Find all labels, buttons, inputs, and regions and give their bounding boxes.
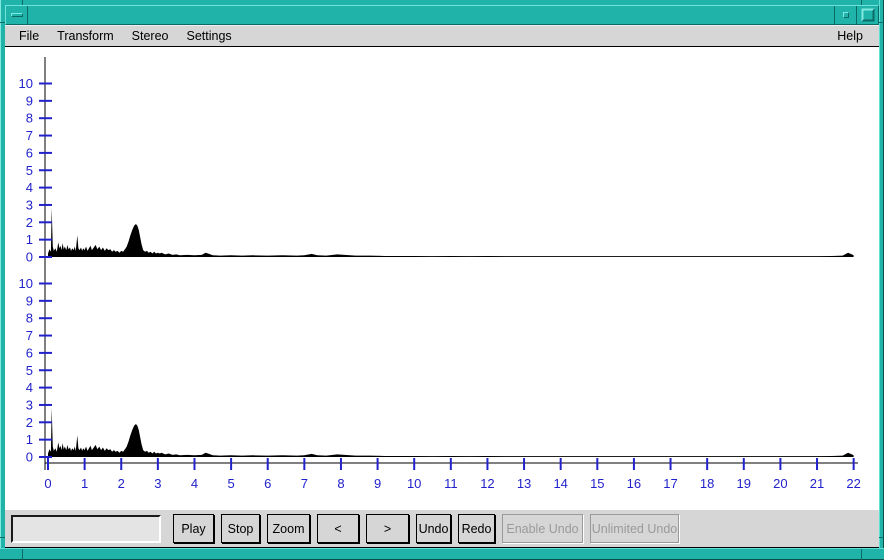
x-tick-label: 2 [118, 476, 125, 491]
step-forward-button[interactable]: > [366, 514, 409, 543]
play-button[interactable]: Play [173, 514, 214, 543]
y-tick-label: 10 [19, 76, 33, 91]
y-tick-label: 5 [26, 363, 33, 378]
x-tick-label: 4 [191, 476, 198, 491]
window-menu-dash-icon [11, 13, 23, 17]
y-tick-label: 7 [26, 328, 33, 343]
titlebar[interactable] [5, 5, 879, 25]
x-tick-label: 14 [553, 476, 567, 491]
y-tick-label: 8 [26, 311, 33, 326]
y-tick-label: 2 [26, 215, 33, 230]
x-tick-label: 7 [301, 476, 308, 491]
position-input[interactable] [11, 515, 161, 543]
iconify-dot-icon [843, 12, 849, 18]
y-tick-label: 1 [26, 232, 33, 247]
plot-area: 0123456789100123456789100123456789101112… [5, 47, 879, 510]
frame-corner-notch [861, 549, 862, 560]
maximize-button[interactable] [856, 6, 878, 24]
x-tick-label: 8 [337, 476, 344, 491]
redo-button[interactable]: Redo [458, 514, 495, 543]
x-tick-label: 11 [444, 476, 458, 491]
x-tick-label: 6 [264, 476, 271, 491]
x-tick-label: 16 [627, 476, 641, 491]
x-tick-label: 5 [227, 476, 234, 491]
x-tick-label: 22 [846, 476, 860, 491]
y-tick-label: 9 [26, 93, 33, 108]
y-tick-label: 6 [26, 345, 33, 360]
y-tick-label: 1 [26, 432, 33, 447]
window-frame-bottom[interactable] [0, 548, 884, 560]
step-back-button[interactable]: < [317, 514, 359, 543]
zoom-button[interactable]: Zoom [267, 514, 310, 543]
iconify-button[interactable] [834, 6, 856, 24]
window-frame-right[interactable] [879, 0, 884, 560]
window-menu-button[interactable] [6, 6, 28, 24]
x-tick-label: 12 [480, 476, 494, 491]
maximize-square-icon [861, 9, 874, 22]
y-tick-label: 3 [26, 397, 33, 412]
x-tick-label: 1 [81, 476, 88, 491]
x-tick-label: 18 [700, 476, 714, 491]
y-tick-label: 3 [26, 197, 33, 212]
y-tick-label: 5 [26, 163, 33, 178]
menu-bar: File Transform Stereo Settings Help [5, 25, 879, 47]
enable-undo-button[interactable]: Enable Undo [502, 514, 583, 543]
y-tick-label: 8 [26, 111, 33, 126]
y-tick-label: 4 [26, 180, 33, 195]
channel-2-spectrum [48, 408, 854, 457]
x-tick-label: 3 [154, 476, 161, 491]
menu-file[interactable]: File [10, 26, 48, 47]
y-tick-label: 2 [26, 415, 33, 430]
x-tick-label: 15 [590, 476, 604, 491]
menu-help[interactable]: Help [828, 26, 872, 47]
stop-button[interactable]: Stop [221, 514, 260, 543]
unlimited-undo-button[interactable]: Unlimited Undo [590, 514, 679, 543]
y-tick-label: 6 [26, 145, 33, 160]
app-window: File Transform Stereo Settings Help 0123… [0, 0, 884, 560]
x-tick-label: 0 [44, 476, 51, 491]
spectrum-plots[interactable]: 0123456789100123456789100123456789101112… [5, 47, 879, 510]
titlebar-drag-area[interactable] [28, 6, 834, 24]
frame-corner-notch [879, 22, 884, 23]
frame-corner-notch [22, 549, 23, 560]
y-tick-label: 4 [26, 380, 33, 395]
menu-transform[interactable]: Transform [48, 26, 123, 47]
y-tick-label: 10 [19, 276, 33, 291]
y-tick-label: 0 [26, 450, 33, 465]
y-tick-label: 0 [26, 250, 33, 265]
x-tick-label: 20 [773, 476, 787, 491]
menu-settings[interactable]: Settings [178, 26, 241, 47]
frame-corner-notch [879, 537, 884, 538]
x-tick-label: 17 [663, 476, 677, 491]
y-tick-label: 9 [26, 293, 33, 308]
x-tick-label: 21 [810, 476, 824, 491]
bottom-toolbar: Play Stop Zoom < > Undo Redo Enable Undo… [5, 510, 879, 548]
menu-stereo[interactable]: Stereo [123, 26, 178, 47]
y-tick-label: 7 [26, 128, 33, 143]
undo-button[interactable]: Undo [416, 514, 451, 543]
x-tick-label: 9 [374, 476, 381, 491]
x-tick-label: 13 [517, 476, 531, 491]
channel-1-spectrum [48, 208, 854, 257]
x-tick-label: 10 [407, 476, 421, 491]
x-tick-label: 19 [737, 476, 751, 491]
